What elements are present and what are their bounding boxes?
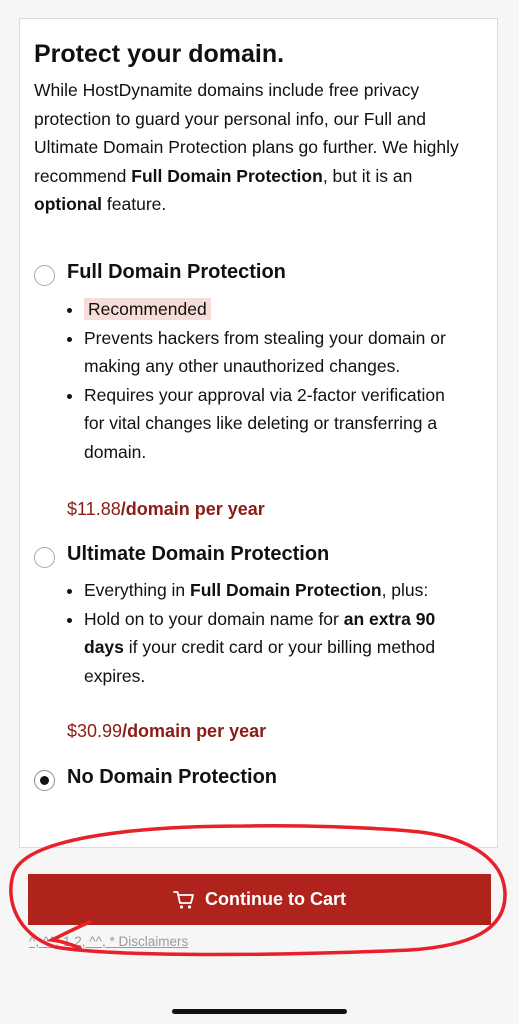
radio-no-domain-protection[interactable]: [34, 770, 55, 791]
radio-full-domain-protection[interactable]: [34, 265, 55, 286]
option-label[interactable]: Full Domain Protection: [67, 261, 286, 284]
page-title: Protect your domain.: [34, 40, 285, 68]
continue-to-cart-button[interactable]: Continue to Cart: [28, 874, 491, 925]
option-label[interactable]: Ultimate Domain Protection: [67, 543, 329, 566]
list-item: Prevents hackers from stealing your doma…: [84, 324, 462, 381]
feature-list: Recommended Prevents hackers from steali…: [62, 295, 462, 466]
disclaimers-link[interactable]: ^, ^^, 1,2, ^^, * Disclaimers: [29, 934, 188, 949]
list-item: Everything in Full Domain Protection, pl…: [84, 576, 462, 605]
option-label[interactable]: No Domain Protection: [67, 766, 277, 789]
cart-icon: [173, 890, 194, 909]
list-item: Hold on to your domain name for an extra…: [84, 605, 462, 691]
intro-text: While HostDynamite domains include free …: [34, 80, 459, 214]
continue-to-cart-label: Continue to Cart: [205, 889, 346, 909]
price-ultimate: $30.99/domain per year: [67, 721, 267, 741]
recommended-badge: Recommended: [84, 298, 211, 320]
list-item: Requires your approval via 2-factor veri…: [84, 381, 462, 467]
feature-list: Everything in Full Domain Protection, pl…: [62, 576, 462, 690]
home-indicator: [172, 1009, 347, 1014]
list-item: Recommended: [84, 295, 462, 324]
radio-ultimate-domain-protection[interactable]: [34, 547, 55, 568]
price-full: $11.88/domain per year: [67, 499, 265, 519]
